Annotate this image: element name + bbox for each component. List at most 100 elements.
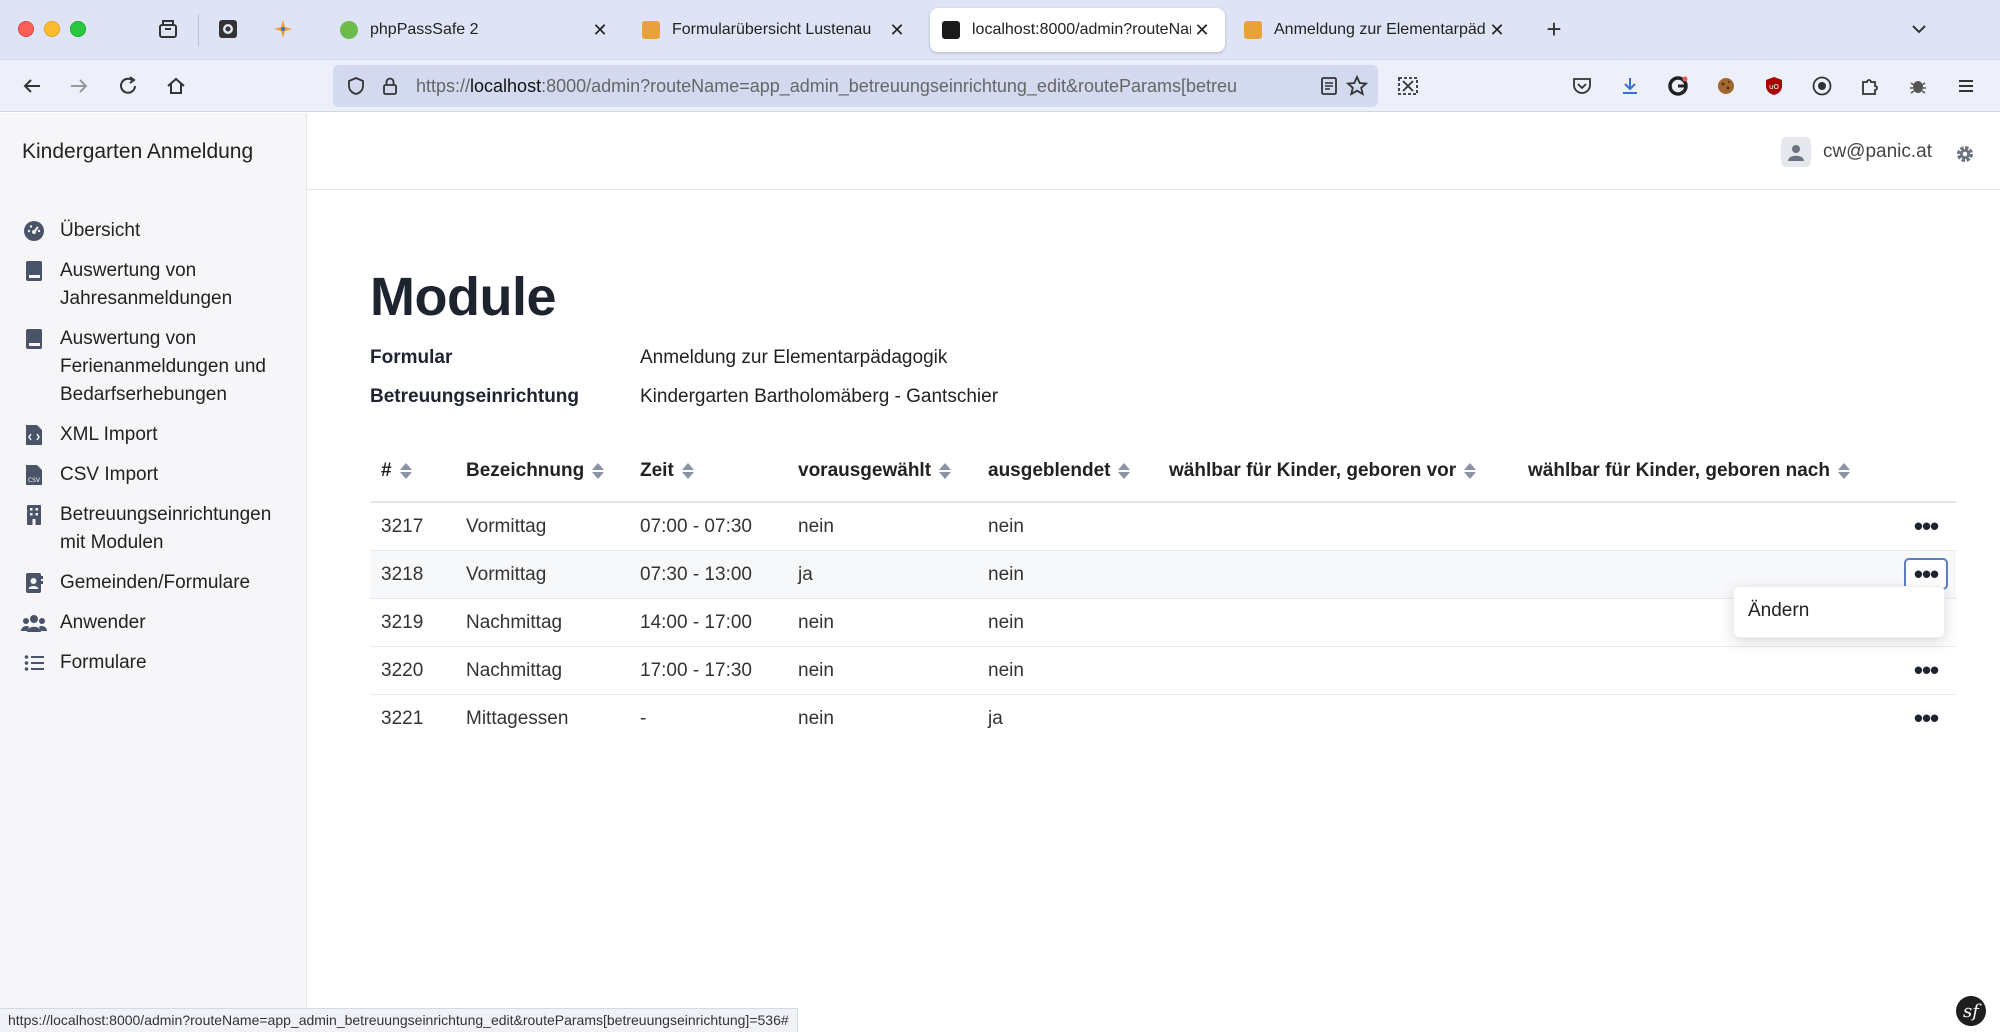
shield-icon[interactable] [343,73,369,99]
pinned-tab-icon[interactable] [213,14,243,44]
column-header-id[interactable]: # [370,460,455,482]
sidebar-item-label: CSV Import [60,464,159,485]
pinned-tab-star-icon[interactable] [268,14,298,44]
cell-zeit: 14:00 - 17:00 [640,611,752,633]
sidebar-item-anwender[interactable]: Anwender [0,603,307,643]
google-extension-icon[interactable] [1662,70,1694,102]
sidebar-item-jahresanmeldungen[interactable]: Auswertung von Jahresanmeldungen [0,251,307,319]
sort-icon [939,462,952,479]
user-email: cw@panic.at [1822,141,1932,162]
screenshot-icon[interactable] [1392,70,1424,102]
sidebar-item-betreuungseinrichtungen[interactable]: Betreuungseinrichtungen mit Modulen [0,495,307,563]
table-header: # Bezeichnung Zeit vorausgewählt ausgebl… [370,440,1956,503]
cookie-extension-icon[interactable] [1710,70,1742,102]
user-menu[interactable]: cw@panic.at [1780,137,1932,167]
symfony-toolbar-icon[interactable]: sf [1956,996,1986,1026]
reader-view-icon[interactable] [1316,73,1342,99]
svg-text:uO: uO [1769,83,1779,91]
new-tab-icon[interactable]: + [1539,14,1569,44]
home-icon[interactable] [160,70,192,102]
sidebar-item-label: Gemeinden/Formulare [60,572,251,593]
browser-status-bar: https://localhost:8000/admin?routeName=a… [0,1008,798,1032]
extensions-puzzle-icon[interactable] [1854,70,1886,102]
contact-card-icon [20,569,48,597]
row-actions-button[interactable]: ••• [1904,654,1948,686]
browser-tab-bar: phpPassSafe 2 ✕ Formularübersicht Lusten… [0,0,2000,60]
column-header-geboren-nach[interactable]: wählbar für Kinder, geboren nach [1517,460,1897,482]
sidebar-item-ferienanmeldungen[interactable]: Auswertung von Ferienanmeldungen und Bed… [0,319,307,415]
back-arrow-icon[interactable] [16,70,48,102]
tab-close-icon[interactable]: ✕ [1486,20,1508,41]
detail-label: Betreuungseinrichtung [370,385,580,407]
window-minimize-button[interactable] [44,21,60,37]
window-zoom-button[interactable] [70,21,86,37]
tab-localhost-admin[interactable]: localhost:8000/admin?routeName ✕ [930,8,1225,52]
table-row: 3217 Vormittag 07:00 - 07:30 nein nein •… [370,503,1956,551]
pocket-icon[interactable] [1566,70,1598,102]
user-avatar-icon [1780,137,1811,167]
download-icon[interactable] [1614,70,1646,102]
cell-bezeichnung: Nachmittag [466,611,563,633]
gear-icon[interactable] [1952,141,1978,167]
cell-bezeichnung: Mittagessen [466,708,569,729]
window-close-button[interactable] [18,21,34,37]
sidebar-item-xml-import[interactable]: XML Import [0,415,307,455]
url-text[interactable]: https://localhost:8000/admin?routeName=a… [416,76,1306,97]
sidebar-item-label: XML Import [60,424,158,445]
table-row: 3220 Nachmittag 17:00 - 17:30 nein nein … [370,647,1956,695]
row-actions-button[interactable]: ••• [1904,510,1948,542]
building-icon [20,501,48,529]
tab-close-icon[interactable]: ✕ [886,20,908,41]
column-header-ausgeblendet[interactable]: ausgeblendet [977,460,1158,482]
tab-close-icon[interactable]: ✕ [589,20,611,41]
photo-favicon-icon [642,21,660,39]
sidebar-item-uebersicht[interactable]: Übersicht [0,211,307,251]
tab-list-chevron-down-icon[interactable] [1904,14,1934,44]
edit-menu-item[interactable]: Ändern [1748,600,1809,622]
detail-row-betreuungseinrichtung: Betreuungseinrichtung Kindergarten Barth… [370,377,1370,416]
tab-formularuebersicht[interactable]: Formularübersicht Lustenau ✕ [630,8,920,52]
tab-phppasssafe[interactable]: phpPassSafe 2 ✕ [328,8,623,52]
column-header-zeit[interactable]: Zeit [629,460,787,482]
photo-favicon-icon [1244,21,1262,39]
tab-groups-icon[interactable] [153,14,183,44]
svg-text:CSV: CSV [28,477,41,484]
cell-id: 3219 [381,611,424,633]
bookmark-star-icon[interactable] [1344,73,1370,99]
cell-vorausgewaehlt: nein [798,611,834,633]
reload-icon[interactable] [112,70,144,102]
url-bar[interactable]: https://localhost:8000/admin?routeName=a… [333,65,1378,107]
sidebar-item-label: Anwender [60,612,146,633]
table-row: 3219 Nachmittag 14:00 - 17:00 nein nein [370,599,1956,647]
sidebar-item-label: Auswertung von Jahresanmeldungen [60,260,233,309]
ublock-shield-icon[interactable]: uO [1758,70,1790,102]
cell-zeit: 07:30 - 13:00 [640,563,752,585]
list-icon [20,649,48,677]
app-brand[interactable]: Kindergarten Anmeldung [22,140,253,164]
tab-label: Formularübersicht Lustenau [672,21,872,38]
column-header-vorausgewaehlt[interactable]: vorausgewählt [787,460,977,482]
sidebar-item-formulare[interactable]: Formulare [0,643,307,683]
csv-file-icon: CSV [20,461,48,489]
browser-nav-bar: https://localhost:8000/admin?routeName=a… [0,60,2000,112]
sidebar-item-csv-import[interactable]: CSV CSV Import [0,455,307,495]
tab-anmeldung[interactable]: Anmeldung zur Elementarpädag ✕ [1232,8,1520,52]
tab-close-icon[interactable]: ✕ [1191,20,1213,41]
bug-extension-icon[interactable] [1902,70,1934,102]
row-actions-button[interactable]: ••• [1904,702,1948,734]
forward-arrow-icon[interactable] [63,70,95,102]
lock-icon[interactable] [377,73,403,99]
cell-id: 3218 [381,563,424,585]
hamburger-menu-icon[interactable] [1950,70,1982,102]
page-favicon-icon [942,21,960,39]
tab-label: Anmeldung zur Elementarpädag [1274,21,1486,38]
sidebar-item-gemeinden-formulare[interactable]: Gemeinden/Formulare [0,563,307,603]
sort-icon [1464,462,1477,479]
column-header-geboren-vor[interactable]: wählbar für Kinder, geboren vor [1158,460,1517,482]
table-row: 3218 Vormittag 07:30 - 13:00 ja nein ••• [370,551,1956,599]
row-actions-dropdown: Ändern [1733,586,1945,638]
phppasssafe-favicon-icon [340,21,358,39]
column-header-bezeichnung[interactable]: Bezeichnung [455,460,629,482]
cell-ausgeblendet: ja [988,708,1003,729]
privacy-extension-icon[interactable] [1806,70,1838,102]
